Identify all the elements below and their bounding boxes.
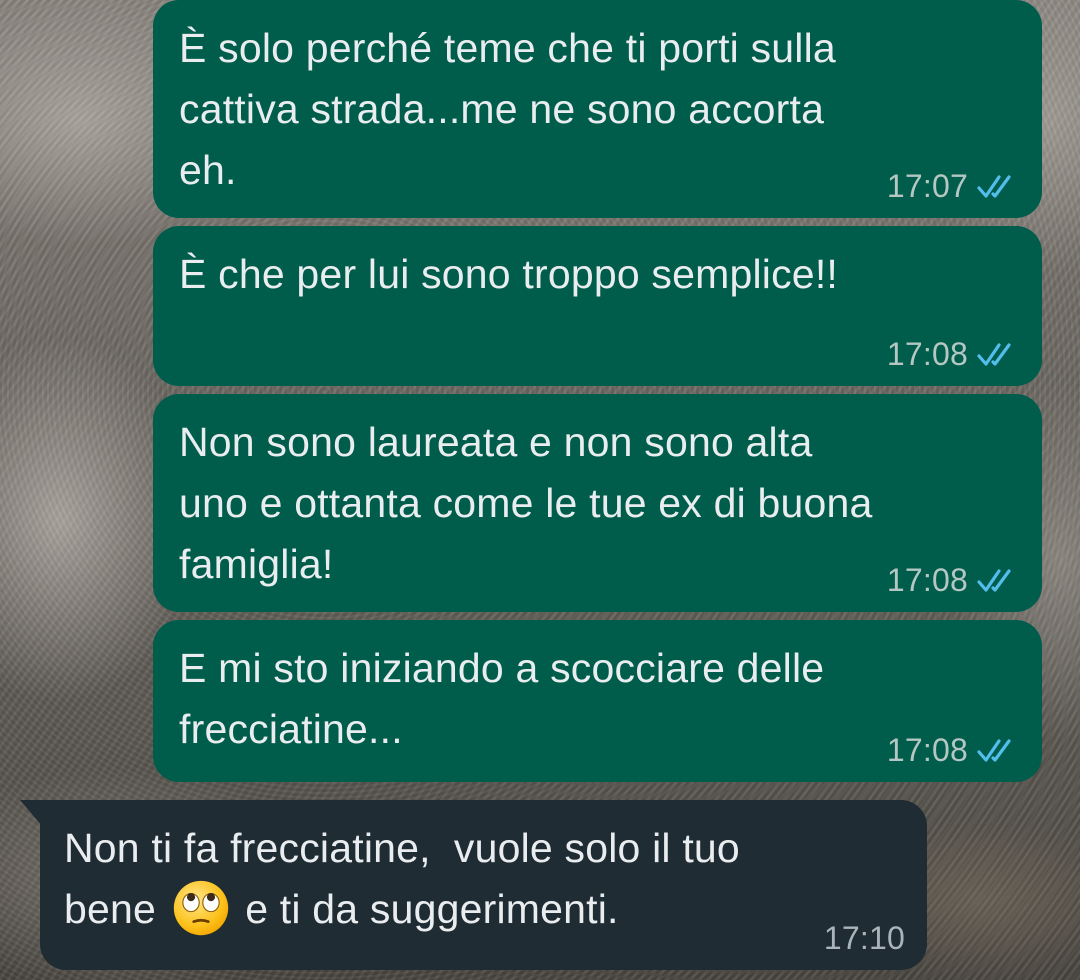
message-time: 17:10 [823,920,905,956]
message-meta: 17:07 [887,168,1020,204]
message-time: 17:07 [886,168,968,204]
double-check-read-icon [977,739,1011,762]
bubble-tail [20,800,42,826]
message-text: Non ti fa frecciatine, vuole solo il tuo… [64,818,901,940]
face-with-rolling-eyes-emoji [173,880,228,936]
double-check-read-icon [977,343,1011,366]
incoming-message-bubble[interactable]: Non ti fa frecciatine, vuole solo il tuo… [20,800,927,970]
message-meta: 17:08 [887,562,1020,598]
message-text-part: e ti da suggerimenti. [233,886,619,932]
message-meta: 17:10 [824,920,905,956]
double-check-read-icon [977,175,1011,198]
outgoing-message-bubble[interactable]: E mi sto iniziando a scocciare delle fre… [153,620,1042,782]
outgoing-message-bubble[interactable]: È che per lui sono troppo semplice!! 17:… [153,226,1042,386]
message-meta: 17:08 [887,336,1020,372]
message-text: È che per lui sono troppo semplice!! [179,251,838,297]
message-time: 17:08 [886,336,968,372]
outgoing-message-bubble[interactable]: È solo perché teme che ti porti sulla ca… [153,0,1042,218]
double-check-read-icon [977,569,1011,592]
message-time: 17:08 [886,732,968,768]
message-time: 17:08 [886,562,968,598]
message-meta: 17:08 [887,732,1020,768]
outgoing-message-bubble[interactable]: Non sono laureata e non sono alta uno e … [153,394,1042,612]
